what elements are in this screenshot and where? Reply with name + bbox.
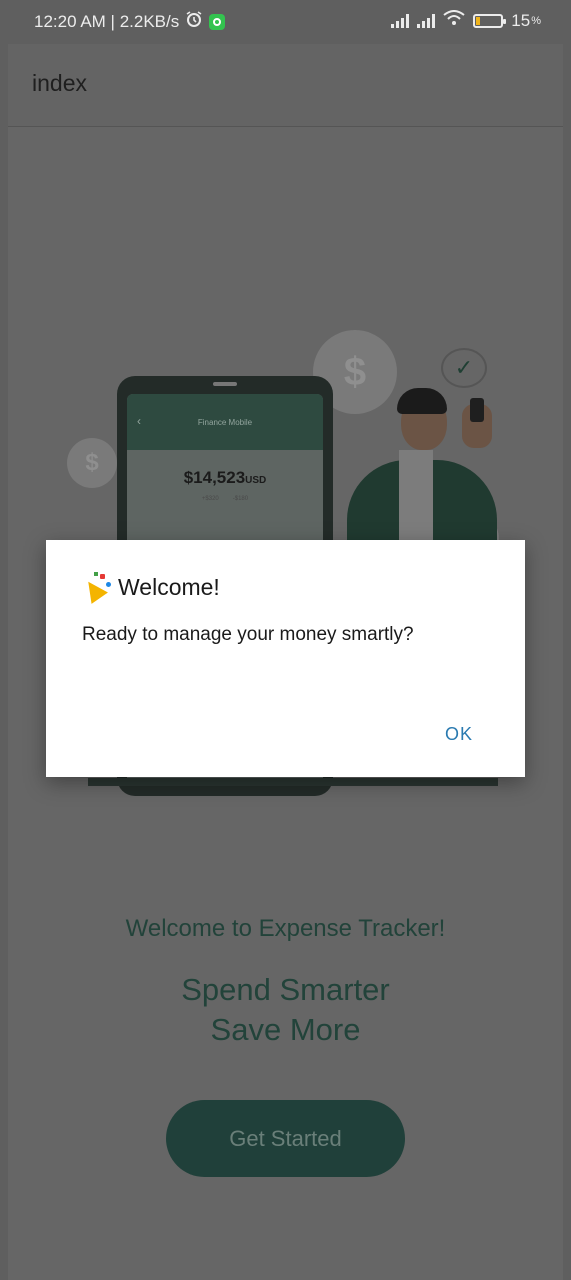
back-arrow-icon: ‹: [137, 414, 141, 428]
dialog-title-row: Welcome!: [80, 572, 220, 604]
balance-amount: $14,523: [183, 468, 246, 487]
whatsapp-icon: [209, 13, 226, 30]
dollar-coin-icon: $: [67, 438, 117, 488]
welcome-dialog: Welcome! Ready to manage your money smar…: [46, 540, 525, 777]
dialog-ok-button[interactable]: OK: [445, 724, 473, 745]
wifi-icon: [443, 10, 465, 31]
signal-icon: [391, 13, 410, 28]
welcome-heading: Welcome to Expense Tracker!: [125, 915, 446, 942]
party-popper-icon: [80, 572, 112, 604]
tagline-line-2: Save More: [210, 1012, 361, 1047]
dialog-title: Welcome!: [118, 573, 220, 600]
app-bar: index: [8, 44, 563, 127]
app-bar-title: index: [32, 70, 87, 96]
income-value: +$320: [201, 496, 219, 502]
status-time-speed: 12:20 AM | 2.2KB/s: [34, 11, 180, 31]
tagline: Spend Smarter Save More: [0, 970, 571, 1050]
status-right: 15%: [391, 10, 541, 31]
phone-balance: $14,523USD: [127, 468, 323, 488]
expense-value: -$180: [232, 496, 249, 502]
tagline-line-1: Spend Smarter: [181, 972, 390, 1007]
phone-screen-title: Finance Mobile: [197, 417, 253, 427]
battery-icon: [473, 13, 507, 28]
phone-subvalues: +$320 -$180: [127, 496, 323, 502]
status-bar: 12:20 AM | 2.2KB/s 15%: [0, 0, 571, 42]
phone-screen-header: ‹ Finance Mobile: [127, 394, 323, 450]
alarm-icon: [185, 10, 203, 33]
person-hair: [397, 388, 447, 414]
illustration-base: [88, 778, 498, 786]
person-shirt: [399, 450, 433, 540]
battery-percent: 15: [511, 10, 531, 30]
percent-sign: %: [531, 14, 541, 27]
signal-icon: [417, 13, 436, 28]
phone-notch: [213, 382, 237, 386]
person-phone-icon: [470, 398, 484, 422]
balance-currency: USD: [245, 475, 267, 486]
check-bubble-icon: ✓: [441, 348, 487, 388]
get-started-button[interactable]: Get Started: [166, 1100, 405, 1177]
battery-fill: [476, 16, 481, 25]
dialog-message: Ready to manage your money smartly?: [82, 624, 414, 645]
status-left: 12:20 AM | 2.2KB/s: [34, 10, 226, 33]
